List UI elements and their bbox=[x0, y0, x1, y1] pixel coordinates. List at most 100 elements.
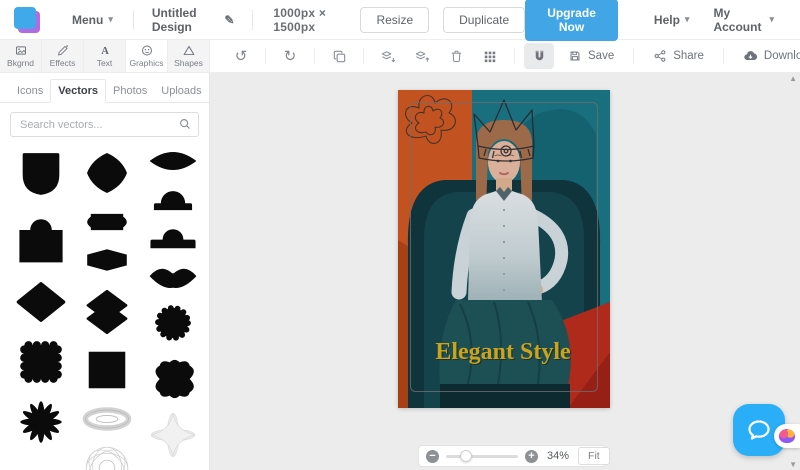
resize-button[interactable]: Resize bbox=[360, 6, 430, 33]
vector-shape-shield[interactable] bbox=[16, 149, 66, 199]
zoom-slider-track[interactable] bbox=[446, 449, 518, 462]
divider bbox=[314, 48, 315, 64]
tab-label: Shapes bbox=[174, 58, 203, 68]
file-actions-group: Save Share Download bbox=[554, 40, 800, 72]
vector-shape-diamond[interactable] bbox=[15, 281, 67, 323]
zoom-slider-handle[interactable] bbox=[460, 449, 472, 462]
subtab-icons[interactable]: Icons bbox=[10, 80, 50, 102]
save-label: Save bbox=[588, 50, 615, 62]
tab-text[interactable]: A Text bbox=[84, 40, 126, 72]
search-vectors-input[interactable] bbox=[10, 112, 199, 137]
undo-button[interactable]: ↺ bbox=[226, 43, 256, 69]
fit-button[interactable]: Fit bbox=[578, 447, 610, 465]
grid-view-button[interactable] bbox=[475, 43, 505, 69]
dome-hat-icon bbox=[153, 191, 193, 211]
outline-circles-icon bbox=[15, 457, 67, 470]
divider bbox=[252, 9, 254, 30]
design-artwork: Elegant Style Elegant Style bbox=[398, 90, 610, 408]
vector-shape-plaque-label[interactable] bbox=[80, 209, 134, 235]
save-floppy-icon bbox=[570, 51, 580, 61]
torus-ring-icon bbox=[82, 407, 132, 431]
scalloped-circle-icon bbox=[155, 305, 191, 341]
delete-button[interactable] bbox=[441, 43, 471, 69]
vector-shape-double-diamond[interactable] bbox=[82, 287, 132, 337]
share-button[interactable]: Share bbox=[639, 49, 718, 63]
vector-shape-wavy-blob[interactable] bbox=[148, 357, 198, 401]
vector-shape-dome-bar[interactable] bbox=[147, 223, 199, 251]
vector-shape-scalloped-circle[interactable] bbox=[148, 299, 198, 347]
snap-magnet-toggle[interactable] bbox=[524, 43, 554, 69]
shield-icon bbox=[22, 153, 60, 195]
vector-shape-hexagon-banner[interactable] bbox=[80, 247, 134, 273]
top-header-bar: Menu ▾ Untitled Design ✎ 1000px × 1500px… bbox=[0, 0, 800, 41]
duplicate-button[interactable]: Duplicate bbox=[443, 6, 526, 33]
lens-icon bbox=[149, 152, 197, 170]
shopping-bag-icon bbox=[19, 219, 63, 263]
editor-toolbar: Bkgrnd Effects A Text Graphics Shapes ↺ bbox=[0, 40, 800, 73]
zoom-in-button[interactable]: + bbox=[525, 449, 538, 463]
my-account-dropdown[interactable]: My Account ▾ bbox=[701, 6, 786, 34]
subtab-vectors[interactable]: Vectors bbox=[50, 79, 107, 103]
vector-shape-dome-hat[interactable] bbox=[147, 183, 199, 213]
vector-shape-shopping-bag[interactable] bbox=[14, 213, 68, 265]
document-title[interactable]: Untitled Design ✎ bbox=[144, 6, 243, 34]
plaque-label-icon bbox=[87, 213, 127, 231]
menu-label: Menu bbox=[72, 12, 104, 27]
redo-button[interactable]: ↻ bbox=[275, 43, 305, 69]
tab-label: Bkgrnd bbox=[7, 58, 34, 68]
edit-pencil-icon[interactable]: ✎ bbox=[224, 13, 234, 27]
search-container bbox=[10, 112, 199, 137]
vector-shape-lips[interactable] bbox=[146, 263, 200, 291]
vector-shape-outline-circles[interactable] bbox=[15, 457, 67, 470]
menu-dropdown[interactable]: Menu ▾ bbox=[62, 13, 123, 27]
undo-icon: ↺ bbox=[234, 48, 248, 65]
svg-text:A: A bbox=[101, 46, 109, 57]
copy-button[interactable] bbox=[324, 43, 354, 69]
download-button[interactable]: Download bbox=[729, 49, 800, 63]
scrollbar-down-arrow[interactable]: ▼ bbox=[789, 460, 797, 469]
upgrade-now-button[interactable]: Upgrade Now bbox=[525, 0, 618, 41]
double-diamond-icon bbox=[86, 289, 128, 335]
move-layer-down-button[interactable] bbox=[373, 43, 403, 69]
browser-extension-pill[interactable] bbox=[774, 424, 800, 448]
text-a-icon: A bbox=[101, 46, 109, 57]
share-icon bbox=[654, 50, 666, 62]
design-artboard[interactable]: Elegant Style Elegant Style bbox=[398, 90, 610, 408]
app-logo-icon[interactable] bbox=[14, 6, 40, 33]
zoom-out-button[interactable]: − bbox=[426, 449, 439, 463]
vector-shape-rounded-diamond[interactable] bbox=[82, 149, 132, 197]
divider bbox=[722, 48, 724, 64]
vector-shape-square-stamp[interactable] bbox=[85, 349, 129, 391]
assets-subtabs: Icons Vectors Photos Uploads ☆ bbox=[0, 73, 209, 103]
help-dropdown[interactable]: Help ▾ bbox=[642, 13, 702, 27]
divider bbox=[514, 48, 515, 64]
divider bbox=[265, 48, 266, 64]
tab-effects[interactable]: Effects bbox=[42, 40, 84, 72]
tab-background[interactable]: Bkgrnd bbox=[0, 40, 42, 72]
magnet-icon bbox=[535, 50, 543, 60]
square-stamp-icon bbox=[88, 351, 126, 389]
grid-icon bbox=[484, 51, 496, 63]
vector-shape-torus-ring[interactable] bbox=[80, 407, 134, 431]
tab-graphics[interactable]: Graphics bbox=[126, 40, 168, 72]
main-content: Icons Vectors Photos Uploads ☆ bbox=[0, 73, 800, 470]
subtab-photos[interactable]: Photos bbox=[106, 80, 154, 102]
save-button[interactable]: Save bbox=[554, 49, 628, 63]
tab-shapes[interactable]: Shapes bbox=[168, 40, 210, 72]
scrollbar-up-arrow[interactable]: ▲ bbox=[789, 74, 797, 83]
vector-shape-scalloped-square[interactable] bbox=[16, 339, 66, 385]
vector-shape-lens[interactable] bbox=[146, 149, 200, 173]
effects-wand-icon bbox=[57, 45, 68, 56]
assets-panel: Icons Vectors Photos Uploads ☆ bbox=[0, 73, 210, 470]
vector-shape-spirograph-ring[interactable] bbox=[81, 443, 133, 470]
dome-bar-icon bbox=[150, 229, 196, 249]
shapes-column bbox=[80, 149, 134, 470]
share-label: Share bbox=[673, 50, 704, 62]
canvas-workspace[interactable]: Elegant Style Elegant Style − + 34% Fit … bbox=[210, 73, 800, 470]
move-layer-up-button[interactable] bbox=[407, 43, 437, 69]
subtab-uploads[interactable]: Uploads bbox=[154, 80, 208, 102]
divider bbox=[633, 48, 635, 64]
vector-shape-star-spirograph[interactable] bbox=[148, 411, 198, 459]
vector-shape-daisy-flower[interactable] bbox=[17, 399, 65, 445]
chevron-down-icon: ▾ bbox=[769, 14, 774, 24]
